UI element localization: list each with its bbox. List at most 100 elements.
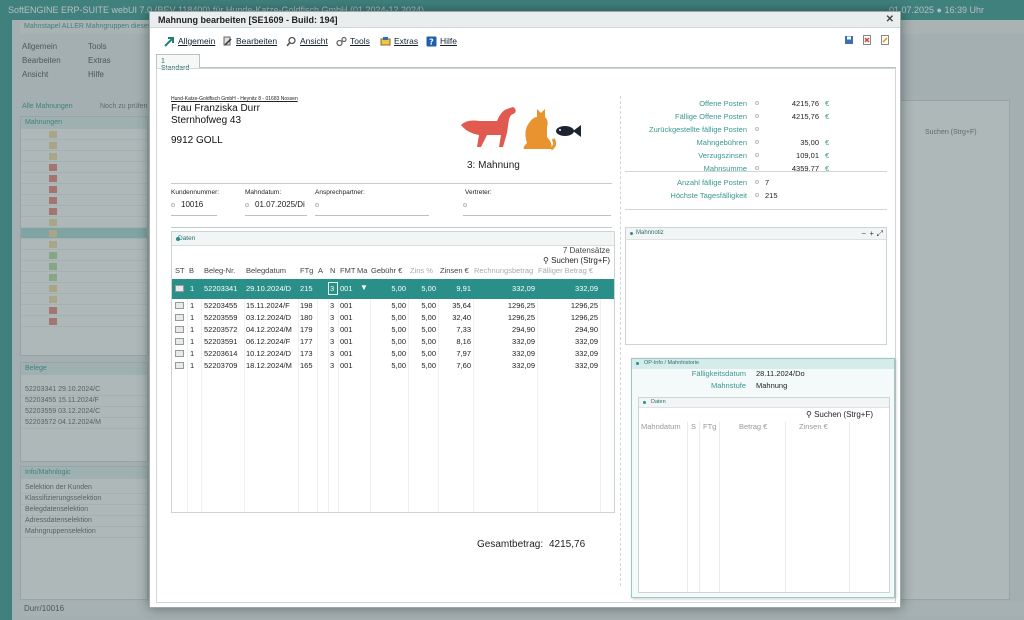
mahnstufe-input[interactable]	[328, 282, 338, 295]
status-icon[interactable]	[175, 302, 184, 309]
table-row-selected[interactable]: 1 52203341 29.10.2024/D 215 3 001 5,00 5,00 9,91…	[172, 279, 614, 299]
cell-faellig: 332,09	[575, 284, 598, 293]
recipient-name: Frau Franziska Durr	[171, 103, 260, 114]
status-icon[interactable]	[175, 350, 184, 357]
cell-zinsen: 9,91	[456, 284, 471, 293]
col-a[interactable]: A	[318, 266, 326, 278]
cell-zins: 5,00	[421, 284, 436, 293]
mahndatum-value[interactable]: 01.07.2025/Di	[255, 200, 305, 209]
summary-label: Verzugszinsen	[698, 151, 747, 160]
menu-extras[interactable]: Extras	[380, 34, 418, 48]
mahnnotiz-panel: Mahnnotiz − + ⤢	[625, 227, 887, 345]
table-row[interactable]: 1 52203572 04.12.2024/M 179 3 001 5,00 5,00 7,33…	[172, 324, 614, 335]
col-fmt[interactable]: FMT	[340, 266, 356, 278]
cell-gebuehr: 5,00	[391, 301, 406, 310]
mahnnotiz-textarea[interactable]	[628, 242, 884, 342]
ansprechpartner-field[interactable]	[315, 215, 429, 216]
col-beleg-nr[interactable]: Beleg-Nr.	[204, 266, 242, 278]
col-ftg[interactable]: FTg	[300, 266, 316, 278]
minus-icon[interactable]: −	[861, 229, 866, 238]
table-row[interactable]: 1 52203559 03.12.2024/D 180 3 001 5,00 5,00 32,4…	[172, 312, 614, 323]
gesamtbetrag-value: 4215,76	[549, 539, 586, 550]
cell-nr: 52203455	[204, 301, 238, 310]
summary-value: 4215,76	[791, 112, 819, 121]
delete-document-icon[interactable]	[862, 35, 872, 45]
cell-rechnung: 332,09	[512, 337, 535, 346]
close-icon[interactable]: ✕	[886, 14, 894, 25]
cell-nr: 52203591	[204, 337, 238, 346]
summary-dot	[755, 127, 759, 131]
op-col-mahndatum[interactable]: Mahndatum	[641, 422, 681, 431]
plus-icon[interactable]: +	[869, 229, 874, 238]
col-zinsen[interactable]: Zinsen €	[440, 266, 472, 278]
kundennummer-value[interactable]: 10016	[181, 200, 203, 209]
save-icon[interactable]	[844, 35, 854, 45]
vertreter-dot	[463, 203, 467, 207]
col-gebuehr[interactable]: Gebühr €	[371, 266, 407, 278]
status-icon[interactable]	[175, 285, 184, 292]
magnifier-icon	[286, 36, 296, 46]
cell-gebuehr: 5,00	[391, 284, 406, 293]
status-icon[interactable]	[175, 326, 184, 333]
table-row[interactable]: 1 52203709 18.12.2024/M 165 3 001 5,00 5,00 7,60…	[172, 360, 614, 371]
cell-zinsen: 8,16	[456, 337, 471, 346]
table-row[interactable]: 1 52203591 06.12.2024/F 177 3 001 5,00 5,00 8,16…	[172, 336, 614, 347]
tab-standard[interactable]: 1 Standard	[156, 54, 200, 72]
col-faelliger-betrag[interactable]: Fälliger Betrag €	[538, 266, 598, 278]
op-col-s[interactable]: S	[691, 422, 696, 431]
summary-currency: €	[825, 99, 830, 108]
panel-led	[630, 232, 633, 235]
col-b[interactable]: B	[189, 266, 199, 278]
expand-icon[interactable]: ⤢	[877, 229, 883, 239]
cell-b: 1	[190, 349, 195, 358]
summary-currency: €	[825, 138, 830, 147]
op-grid-search[interactable]: ⚲ Suchen (Strg+F)	[806, 410, 873, 419]
cell-ftg: 165	[300, 361, 313, 370]
vertreter-field[interactable]	[463, 215, 611, 216]
mahnhistorie-grid: Daten ⚲ Suchen (Strg+F) Mahndatum S FTg …	[638, 397, 890, 593]
dialog-tabs: 1 Standard	[156, 54, 896, 72]
col-rechnungsbetrag[interactable]: Rechnungsbetrag	[474, 266, 536, 278]
op-info-panel: OP-Info / Mahnhistorie Fälligkeitsdatum …	[631, 358, 895, 598]
mahndatum-dot	[245, 203, 249, 207]
menu-tools[interactable]: Tools	[336, 34, 370, 48]
status-icon[interactable]	[175, 338, 184, 345]
cell-b: 1	[190, 325, 195, 334]
anzahl-dot	[755, 180, 759, 184]
cell-b: 1	[190, 301, 195, 310]
summary-value: 35,00	[800, 138, 819, 147]
table-row[interactable]: 1 52203455 15.11.2024/F 198 3 001 5,00 5,00 35,6…	[172, 300, 614, 311]
col-n[interactable]: N	[330, 266, 338, 278]
chevron-down-icon[interactable]: ▼	[360, 283, 368, 292]
ansprechpartner-label: Ansprechpartner:	[315, 189, 365, 196]
op-col-zinsen[interactable]: Zinsen €	[799, 422, 828, 431]
table-row[interactable]: 1 52203614 10.12.2024/D 173 3 001 5,00 5,00 7,97…	[172, 348, 614, 359]
summary-dot	[755, 114, 759, 118]
grid-search[interactable]: ⚲ Suchen (Strg+F)	[543, 256, 610, 265]
col-zins[interactable]: Zins %	[410, 266, 436, 278]
field-underline	[245, 215, 307, 216]
cell-datum: 04.12.2024/M	[246, 325, 292, 334]
grid-record-count: 7 Datensätze	[562, 246, 610, 255]
op-col-ftg[interactable]: FTg	[703, 422, 716, 431]
menu-hilfe[interactable]: ? Hilfe	[426, 34, 457, 48]
col-st[interactable]: ST	[175, 266, 187, 278]
menu-allgemein-label: Allgemein	[178, 36, 216, 46]
cell-faellig: 1296,25	[570, 301, 598, 310]
cell-zins: 5,00	[421, 349, 436, 358]
menu-allgemein[interactable]: Allgemein	[164, 34, 215, 48]
col-ma[interactable]: Ma	[357, 266, 371, 278]
op-info-title: OP-Info / Mahnhistorie	[644, 360, 700, 366]
summary-dot	[755, 166, 759, 170]
cell-zins: 5,00	[421, 361, 436, 370]
status-icon[interactable]	[175, 314, 184, 321]
cell-ftg: 177	[300, 337, 313, 346]
extras-icon	[380, 36, 391, 45]
col-belegdatum[interactable]: Belegdatum	[246, 266, 296, 278]
note-edit-icon[interactable]	[880, 35, 890, 45]
cell-b: 1	[190, 337, 195, 346]
op-col-betrag[interactable]: Betrag €	[739, 422, 767, 431]
menu-ansicht[interactable]: Ansicht	[286, 34, 328, 48]
menu-bearbeiten[interactable]: Bearbeiten	[222, 34, 277, 48]
status-icon[interactable]	[175, 362, 184, 369]
